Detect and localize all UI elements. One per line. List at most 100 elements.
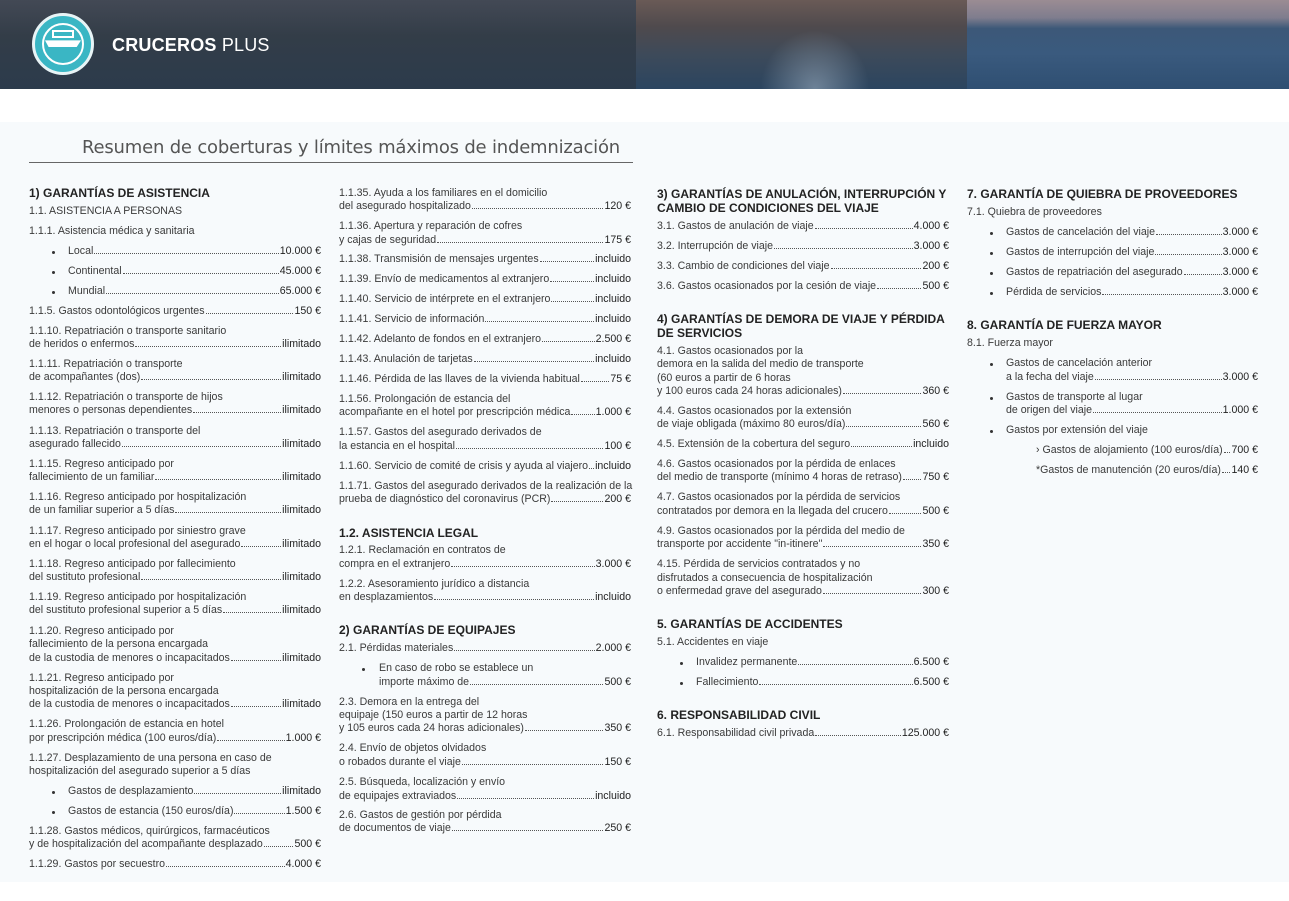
coverage-label: de equipajes extraviados [339,790,457,802]
coverage-limit: 3.000 € [1222,226,1258,238]
section-heading: 3) GARANTÍAS DE ANULACIÓN, INTERRUPCIÓN … [657,187,947,201]
brand-name: CRUCEROS PLUS [112,35,270,55]
coverage-limit: 350 € [604,722,631,734]
coverage-label: y cajas de seguridad [339,234,437,246]
coverage-row: en el hogar o local profesional del aseg… [29,538,321,550]
coverage-row: 1.1.40. Servicio de intérprete en el ext… [339,293,631,305]
dot-leader [1155,254,1222,255]
dot-leader [798,664,913,665]
coverage-label: del medio de transporte (mínimo 4 horas … [657,471,902,483]
dot-leader [815,735,901,736]
dot-leader [1183,274,1222,275]
coverage-limit: 200 € [604,493,631,505]
dot-leader [542,341,595,342]
coverage-text: 1.1.19. Regreso anticipado por hospitali… [29,591,247,603]
coverage-row: de equipajes extraviados incluido [339,790,631,802]
coverage-row: de heridos o enfermos ilimitado [29,338,321,350]
coverage-label: Gastos de interrupción del viaje [1006,246,1155,258]
coverage-row: Mundial 65.000 € [68,285,321,297]
ship-logo-icon [32,13,94,75]
coverage-label: fallecimiento de un familiar [29,471,155,483]
dot-leader [241,546,282,547]
coverage-limit: 1.000 € [285,732,321,744]
dot-leader [1223,452,1231,453]
dot-leader [470,684,604,685]
bullet-icon [990,292,993,295]
coverage-row: 2.1. Pérdidas materiales 2.000 € [339,642,631,654]
coverage-row: transporte por accidente "in-itinere" 350… [657,538,949,550]
dot-leader [135,346,282,347]
coverage-text: Gastos por extensión del viaje [1006,424,1148,436]
coverage-limit: 500 € [922,505,949,517]
coverage-row: o robados durante el viaje 150 € [339,756,631,768]
coverage-limit: 140 € [1231,464,1258,476]
dot-leader [155,479,282,480]
coverage-text: 1.1.20. Regreso anticipado por [29,625,174,637]
dot-leader [551,501,604,502]
coverage-label: de documentos de viaje [339,822,451,834]
coverage-label: Continental [68,265,122,277]
coverage-text: (60 euros a partir de 6 horas [657,372,791,384]
coverage-label: por prescripción médica (100 euros/día) [29,732,217,744]
coverage-label: 2.1. Pérdidas materiales [339,642,454,654]
bullet-icon [52,251,55,254]
coverage-row: por prescripción médica (100 euros/día) 1… [29,732,321,744]
coverage-label: de la custodia de menores o incapacitado… [29,652,230,664]
coverage-text: 1.1.36. Apertura y reparación de cofres [339,220,523,232]
coverage-row: y 100 euros cada 24 horas adicionales) 36… [657,385,949,397]
coverage-label: 1.1.5. Gastos odontológicos urgentes [29,305,205,317]
coverage-text: 2.6. Gastos de gestión por pérdida [339,809,502,821]
coverage-text: 4.7. Gastos ocasionados por la pérdida d… [657,491,901,503]
coverage-text: 2.5. Búsqueda, localización y envío [339,776,506,788]
coverage-label: Gastos de cancelación del viaje [1006,226,1155,238]
coverage-text: 1.1.11. Repatriación o transporte [29,358,183,370]
coverage-limit: incluido [595,313,631,325]
coverage-row: 1.1.46. Pérdida de las llaves de la vivi… [339,373,631,385]
coverage-label: 1.1.29. Gastos por secuestro [29,858,166,870]
coverage-row: de un familiar superior a 5 días ilimitad… [29,504,321,516]
bullet-icon [52,811,55,814]
coverage-text: 1.1.71. Gastos del asegurado derivados d… [339,480,633,492]
coverage-label: 3.3. Cambio de condiciones del viaje [657,260,830,272]
dot-leader [551,301,595,302]
bullet-icon [52,271,55,274]
dot-leader [524,730,604,731]
coverage-label: 1.1.41. Servicio de información [339,313,485,325]
coverage-limit: 3.000 € [1222,286,1258,298]
coverage-limit: 350 € [922,538,949,550]
coverage-row: o enfermedad grave del asegurado 300 € [657,585,949,597]
coverage-row: 1.1.43. Anulación de tarjetas incluido [339,353,631,365]
coverage-limit: 750 € [922,471,949,483]
coverage-label: Gastos de estancia (150 euros/día) [68,805,234,817]
coverage-text: 7.1. Quiebra de proveedores [967,206,1102,218]
ship-wake [760,30,870,89]
coverage-limit: 150 € [604,756,631,768]
coverage-row: acompañante en el hotel por prescripción… [339,406,631,418]
coverage-text: disfrutados a consecuencia de hospitaliz… [657,572,873,584]
coverage-limit: 4.000 € [913,220,949,232]
coverage-text: 1.1.18. Regreso anticipado por fallecimi… [29,558,236,570]
coverage-limit: incluido [595,273,631,285]
coverage-limit: 2.500 € [595,333,631,345]
coverage-label: del asegurado hospitalizado [339,200,471,212]
bullet-icon [990,232,993,235]
banner-image-left [0,0,636,89]
coverage-row: › Gastos de alojamiento (100 euros/día) 7… [1036,444,1258,456]
dot-leader [217,740,285,741]
coverage-limit: 200 € [922,260,949,272]
coverage-text: 4.15. Pérdida de servicios contratados y… [657,558,861,570]
dot-leader [1102,294,1222,295]
banner-image-right [967,0,1289,89]
coverage-row: la estancia en el hospital 100 € [339,440,631,452]
coverage-row: 1.1.39. Envío de medicamentos al extranj… [339,273,631,285]
dot-leader [437,242,604,243]
dot-leader [141,579,282,580]
dot-leader [230,706,282,707]
coverage-row: *Gastos de manutención (20 euros/día) 140… [1036,464,1258,476]
coverage-limit: ilimitado [282,438,321,450]
coverage-text: 1.1.27. Desplazamiento de una persona en… [29,752,272,764]
header-banner: CRUCEROS PLUS [0,0,1289,89]
coverage-row: 1.1.29. Gastos por secuestro 4.000 € [29,858,321,870]
coverage-row: Pérdida de servicios 3.000 € [1006,286,1258,298]
coverage-row: Gastos de interrupción del viaje 3.000 € [1006,246,1258,258]
